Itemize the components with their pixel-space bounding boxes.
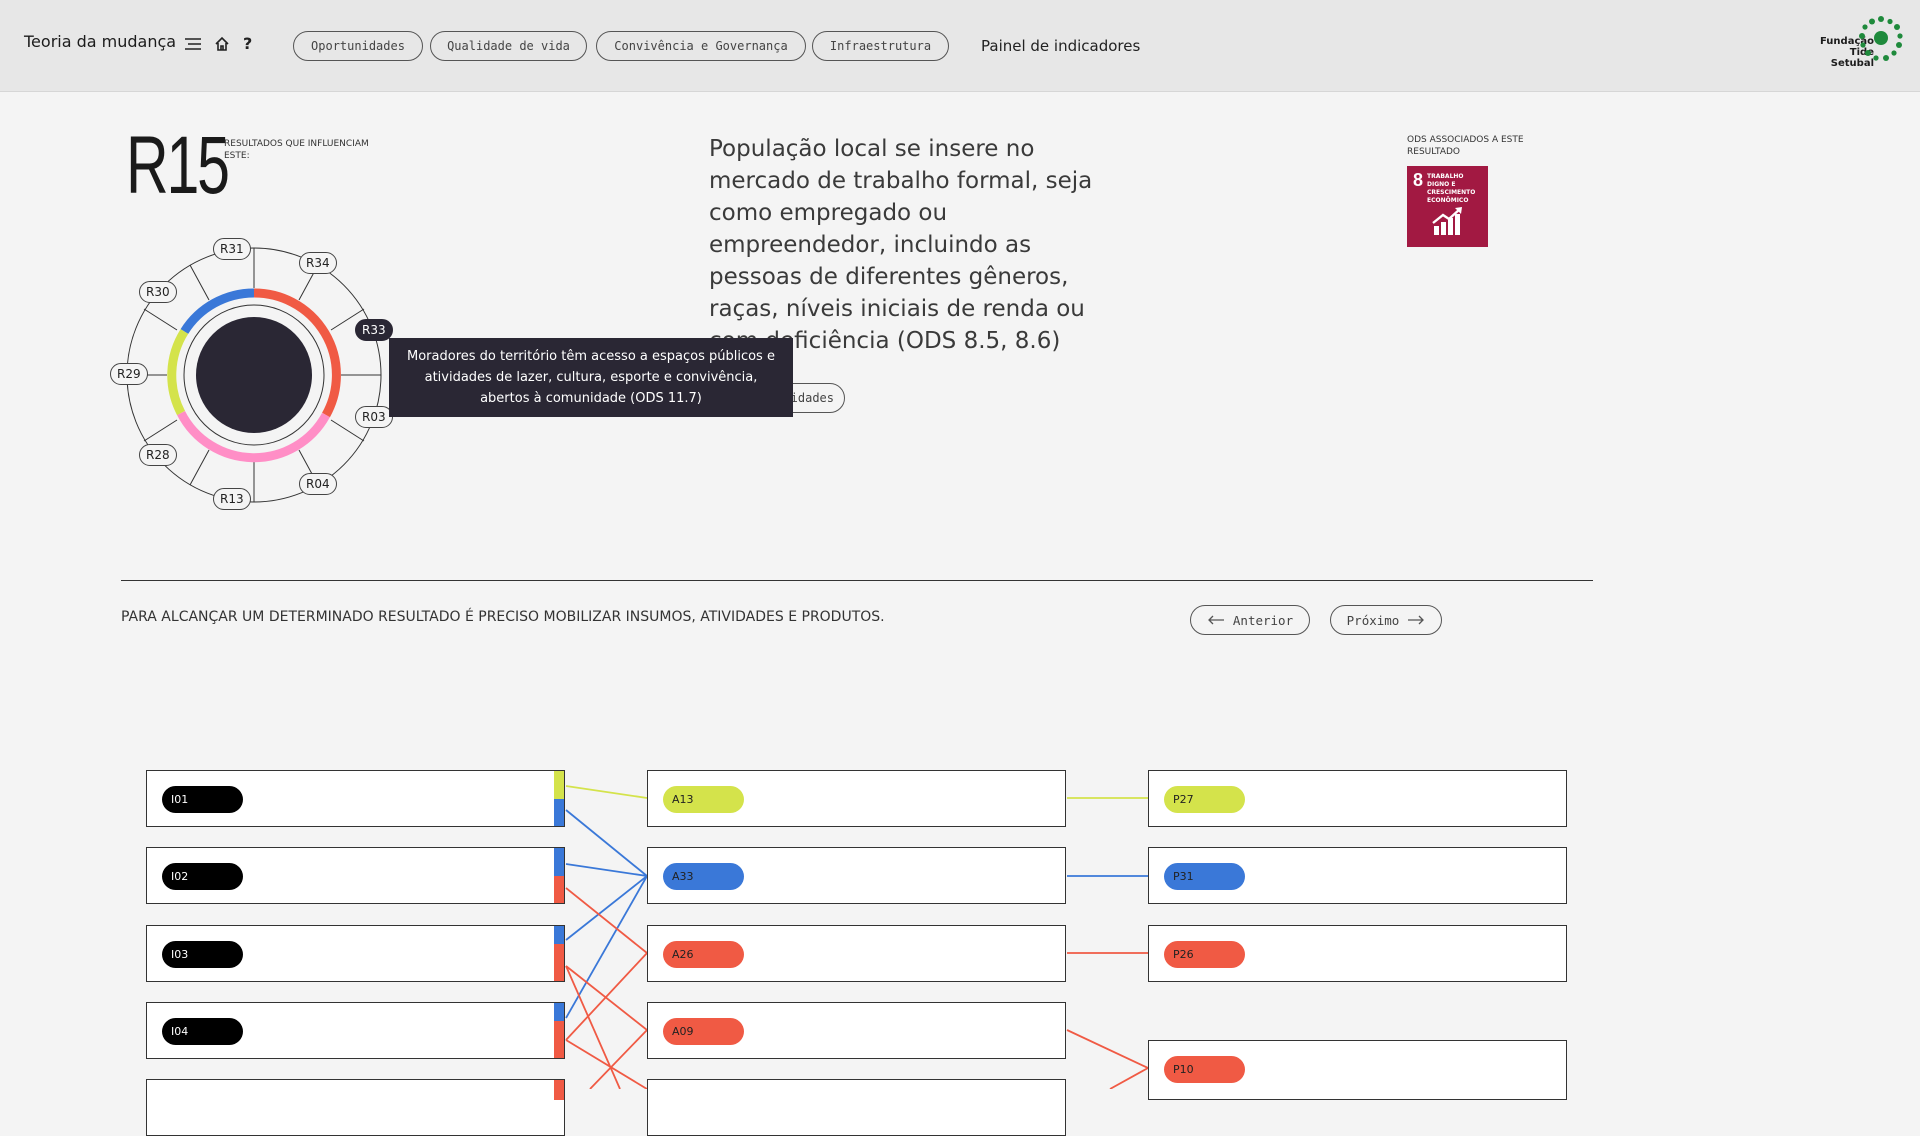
influence-label: RESULTADOS QUE INFLUENCIAM ESTE:: [224, 139, 369, 161]
activity-card-a33[interactable]: A33: [647, 847, 1066, 904]
ods-number: 8: [1413, 170, 1424, 190]
product-tag-p26[interactable]: P26: [1164, 941, 1245, 968]
menu-icon[interactable]: [183, 34, 203, 54]
input-bar-red: [554, 944, 564, 981]
wheel-node-r03[interactable]: R03: [355, 406, 393, 428]
wheel-node-r31[interactable]: R31: [213, 238, 251, 260]
input-bar-red: [554, 1021, 564, 1058]
arrow-left-icon: [1207, 615, 1224, 625]
input-bar-red: [554, 876, 564, 903]
activity-card-partial[interactable]: [647, 1079, 1066, 1136]
product-card-p26[interactable]: P26: [1148, 925, 1567, 982]
wheel-node-r30[interactable]: R30: [139, 281, 177, 303]
result-code: R15: [126, 120, 230, 211]
home-icon[interactable]: [212, 34, 232, 54]
product-tag-p10[interactable]: P10: [1164, 1056, 1245, 1083]
input-bar-lime: [554, 771, 564, 799]
ods-label: ODS ASSOCIADOS A ESTE RESULTADO: [1407, 135, 1524, 157]
activity-tag-a13[interactable]: A13: [663, 786, 744, 813]
nav-infraestrutura[interactable]: Infraestrutura: [812, 31, 949, 61]
fundacao-logo-icon[interactable]: [1857, 15, 1905, 63]
painel-indicadores-link[interactable]: Painel de indicadores: [981, 37, 1140, 55]
previous-button[interactable]: Anterior: [1190, 605, 1310, 635]
input-bar-blue: [554, 926, 564, 944]
wheel-node-r28[interactable]: R28: [139, 444, 177, 466]
wheel-node-r34[interactable]: R34: [299, 252, 337, 274]
nav-oportunidades[interactable]: Oportunidades: [293, 31, 423, 61]
section-intro: PARA ALCANÇAR UM DETERMINADO RESULTADO É…: [121, 609, 885, 625]
section-divider: [121, 580, 1593, 581]
input-card-i01[interactable]: I01: [146, 770, 565, 827]
result-description: População local se insere no mercado de …: [709, 136, 1093, 354]
input-bar-blue: [554, 1003, 564, 1021]
activity-card-a13[interactable]: A13: [647, 770, 1066, 827]
growth-chart-icon: [1432, 207, 1462, 235]
ring-lime: [167, 329, 189, 416]
input-card-i02[interactable]: I02: [146, 847, 565, 904]
nav-qualidade-de-vida[interactable]: Qualidade de vida: [430, 31, 587, 61]
product-card-p31[interactable]: P31: [1148, 847, 1567, 904]
ods-title: TRABALHO DIGNO E CRESCIMENTO ECONÔMICO: [1427, 173, 1476, 204]
product-tag-p31[interactable]: P31: [1164, 863, 1245, 890]
next-button[interactable]: Próximo: [1330, 605, 1442, 635]
wheel-node-r33[interactable]: R33: [355, 319, 393, 341]
activity-tag-a26[interactable]: A26: [663, 941, 744, 968]
input-card-i04[interactable]: I04: [146, 1002, 565, 1059]
top-header: Teoria da mudança ? Oportunidades Qualid…: [0, 0, 1920, 92]
product-card-p10[interactable]: P10: [1148, 1040, 1567, 1100]
activity-card-a26[interactable]: A26: [647, 925, 1066, 982]
input-bar-blue: [554, 848, 564, 876]
input-card-partial[interactable]: [146, 1079, 565, 1136]
input-bar-blue: [554, 799, 564, 826]
wheel-node-r13[interactable]: R13: [213, 488, 251, 510]
ods-8-tile[interactable]: 8 TRABALHO DIGNO E CRESCIMENTO ECONÔMICO: [1407, 166, 1488, 247]
help-icon[interactable]: ?: [243, 34, 252, 53]
product-tag-p27[interactable]: P27: [1164, 786, 1245, 813]
wheel-center: [196, 317, 312, 433]
input-bar-red: [554, 1080, 564, 1100]
input-tag-i04[interactable]: I04: [162, 1018, 243, 1045]
wheel-node-r04[interactable]: R04: [299, 473, 337, 495]
activity-card-a09[interactable]: A09: [647, 1002, 1066, 1059]
wheel-node-r29[interactable]: R29: [110, 363, 148, 385]
brand-title[interactable]: Teoria da mudança: [24, 32, 176, 51]
input-card-i03[interactable]: I03: [146, 925, 565, 982]
product-card-p27[interactable]: P27: [1148, 770, 1567, 827]
input-tag-i02[interactable]: I02: [162, 863, 243, 890]
activity-tag-a33[interactable]: A33: [663, 863, 744, 890]
activity-tag-a09[interactable]: A09: [663, 1018, 744, 1045]
input-tag-i01[interactable]: I01: [162, 786, 243, 813]
nav-convivencia-governanca[interactable]: Convivência e Governança: [596, 31, 806, 61]
input-tag-i03[interactable]: I03: [162, 941, 243, 968]
node-tooltip: Moradores do território têm acesso a esp…: [389, 338, 793, 417]
arrow-right-icon: [1408, 615, 1425, 625]
